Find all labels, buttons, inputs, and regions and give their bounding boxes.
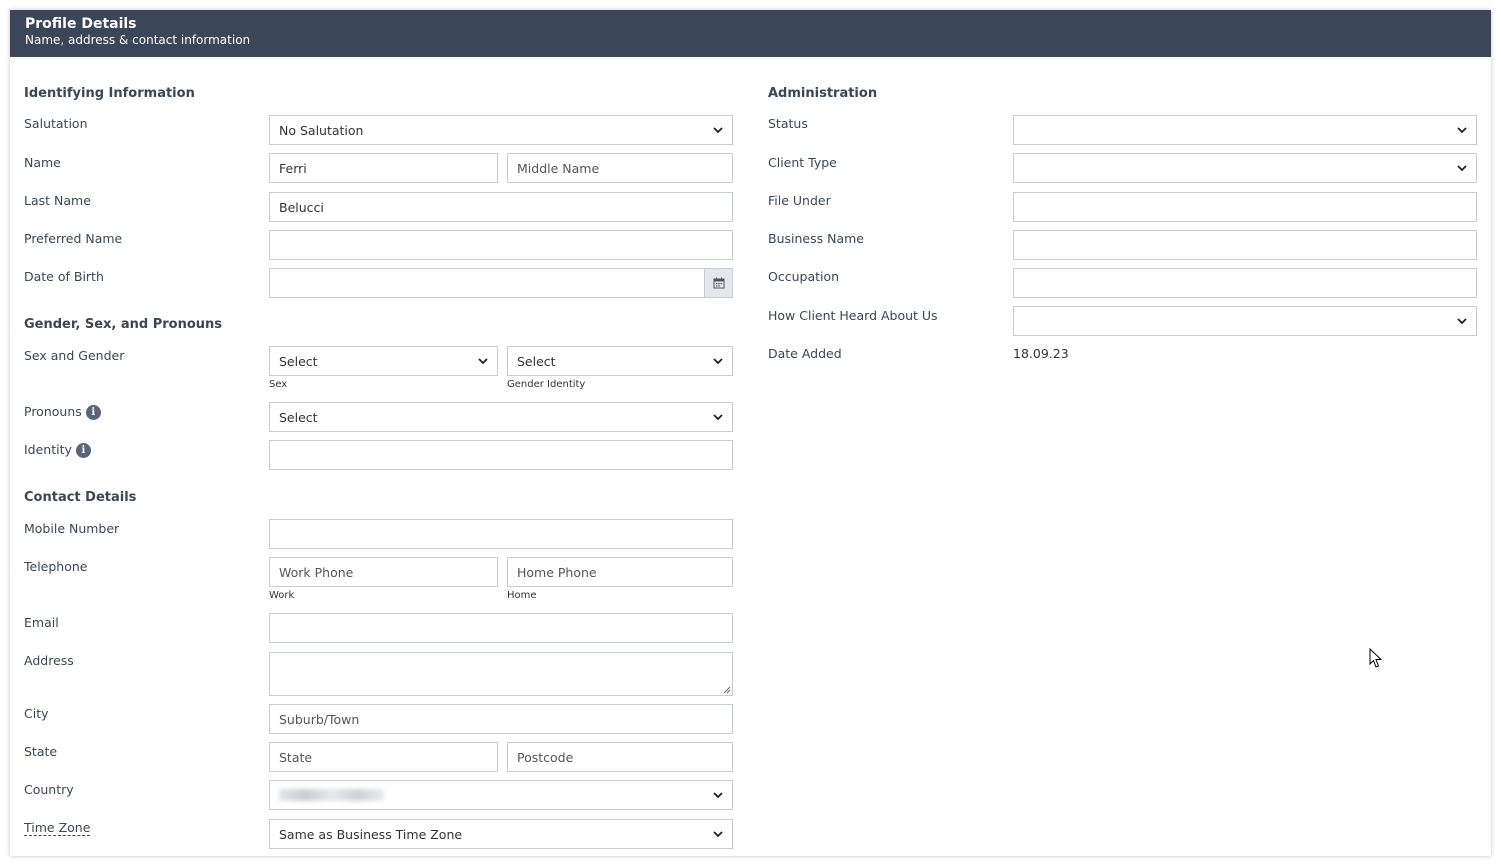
sex-and-gender-label: Sex and Gender — [24, 348, 125, 363]
postcode-input[interactable]: Postcode — [507, 742, 733, 772]
state-input[interactable]: State — [269, 742, 498, 772]
salutation-select[interactable]: No Salutation — [269, 115, 733, 145]
identity-label-row: Identity i — [24, 442, 91, 458]
calendar-button[interactable] — [704, 269, 732, 297]
contact-details-heading: Contact Details — [24, 490, 137, 505]
gender-identity-value: Select — [517, 353, 556, 369]
time-zone-label-text: Time Zone — [24, 820, 91, 836]
file-under-input[interactable] — [1013, 192, 1477, 222]
first-name-value: Ferri — [279, 160, 307, 176]
postcode-placeholder: Postcode — [517, 749, 574, 765]
info-icon[interactable]: i — [75, 443, 91, 458]
sex-value: Select — [279, 353, 318, 369]
last-name-label: Last Name — [24, 193, 91, 208]
identity-label: Identity — [24, 442, 72, 457]
status-select[interactable] — [1013, 115, 1477, 145]
last-name-value: Belucci — [279, 199, 324, 215]
occupation-label: Occupation — [768, 269, 840, 284]
city-placeholder: Suburb/Town — [279, 711, 360, 727]
identifying-information-heading: Identifying Information — [24, 86, 195, 101]
address-textarea[interactable] — [269, 652, 733, 696]
pronouns-label-row: Pronouns i — [24, 404, 101, 420]
country-value-redacted — [279, 789, 384, 801]
preferred-name-input[interactable] — [269, 230, 733, 260]
state-placeholder: State — [279, 749, 313, 765]
salutation-label: Salutation — [24, 116, 88, 131]
date-added-value: 18.09.23 — [1013, 346, 1069, 361]
calendar-icon — [713, 277, 724, 289]
home-sublabel: Home — [507, 590, 537, 601]
time-zone-value: Same as Business Time Zone — [279, 826, 463, 842]
gender-identity-sublabel: Gender Identity — [507, 379, 586, 390]
administration-heading: Administration — [768, 86, 878, 101]
file-under-label: File Under — [768, 193, 831, 208]
chevron-down-icon — [713, 792, 723, 799]
middle-name-placeholder: Middle Name — [517, 160, 600, 176]
gender-sex-pronouns-heading: Gender, Sex, and Pronouns — [24, 317, 223, 332]
how-client-heard-select[interactable] — [1013, 306, 1477, 336]
status-label: Status — [768, 116, 808, 131]
mobile-number-label: Mobile Number — [24, 521, 120, 536]
time-zone-select[interactable]: Same as Business Time Zone — [269, 819, 733, 849]
last-name-input[interactable]: Belucci — [269, 192, 733, 222]
date-of-birth-input[interactable] — [269, 268, 733, 298]
panel-title: Profile Details — [25, 16, 137, 32]
preferred-name-label: Preferred Name — [24, 231, 123, 246]
mobile-number-input[interactable] — [269, 519, 733, 549]
city-label: City — [24, 706, 49, 721]
chevron-down-icon — [713, 414, 723, 421]
sex-select[interactable]: Select — [269, 346, 498, 376]
chevron-down-icon — [713, 127, 723, 134]
email-label: Email — [24, 615, 59, 630]
info-icon[interactable]: i — [85, 405, 101, 420]
address-label: Address — [24, 653, 74, 668]
pronouns-value: Select — [279, 409, 318, 425]
chevron-down-icon — [1457, 318, 1467, 325]
sex-sublabel: Sex — [269, 379, 288, 390]
client-type-select[interactable] — [1013, 153, 1477, 183]
panel-header: Profile Details Name, address & contact … — [10, 10, 1491, 57]
state-label: State — [24, 744, 58, 759]
pronouns-select[interactable]: Select — [269, 402, 733, 432]
city-input[interactable]: Suburb/Town — [269, 704, 733, 734]
occupation-input[interactable] — [1013, 268, 1477, 298]
gender-identity-select[interactable]: Select — [507, 346, 733, 376]
panel-subtitle: Name, address & contact information — [25, 33, 251, 47]
business-name-input[interactable] — [1013, 230, 1477, 260]
first-name-input[interactable]: Ferri — [269, 153, 498, 183]
home-phone-placeholder: Home Phone — [517, 564, 597, 580]
client-type-label: Client Type — [768, 155, 837, 170]
name-label: Name — [24, 155, 61, 170]
date-added-label: Date Added — [768, 346, 842, 361]
country-label: Country — [24, 782, 74, 797]
work-phone-input[interactable]: Work Phone — [269, 557, 498, 587]
chevron-down-icon — [1457, 127, 1467, 134]
work-phone-placeholder: Work Phone — [279, 564, 354, 580]
email-input[interactable] — [269, 613, 733, 643]
home-phone-input[interactable]: Home Phone — [507, 557, 733, 587]
telephone-label: Telephone — [24, 559, 88, 574]
date-of-birth-label: Date of Birth — [24, 269, 104, 284]
chevron-down-icon — [713, 358, 723, 365]
salutation-value: No Salutation — [279, 122, 364, 138]
business-name-label: Business Name — [768, 231, 864, 246]
time-zone-label[interactable]: Time Zone — [24, 820, 91, 836]
work-sublabel: Work — [269, 590, 295, 601]
pronouns-label: Pronouns — [24, 404, 82, 419]
country-select[interactable] — [269, 780, 733, 810]
chevron-down-icon — [478, 358, 488, 365]
identity-input[interactable] — [269, 440, 733, 470]
resize-handle-icon[interactable] — [721, 684, 731, 694]
chevron-down-icon — [713, 831, 723, 838]
how-client-heard-label: How Client Heard About Us — [768, 308, 938, 323]
middle-name-input[interactable]: Middle Name — [507, 153, 733, 183]
chevron-down-icon — [1457, 165, 1467, 172]
mouse-cursor-icon — [1369, 648, 1383, 668]
